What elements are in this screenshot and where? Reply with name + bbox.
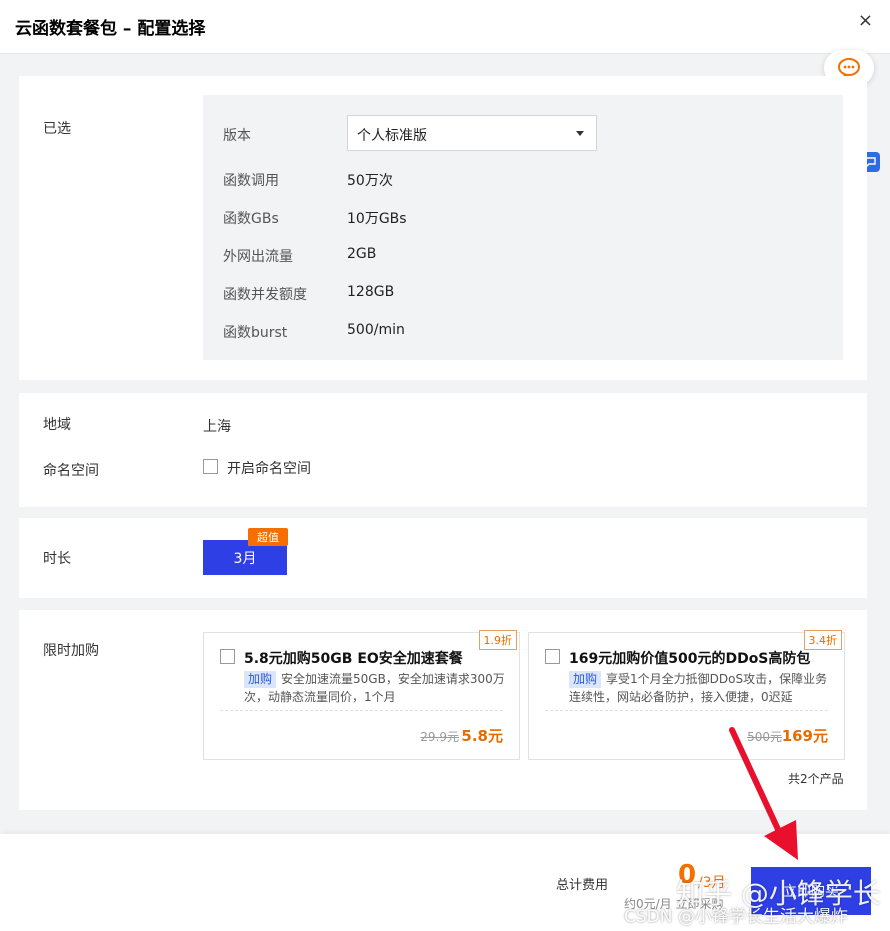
total-label: 总计费用 — [556, 878, 609, 893]
selected-label: 已选 — [43, 121, 71, 137]
addon-panel: 限时加购 1.9折 5.8元加购50GB EO安全加速套餐 加购 安全加速流量50… — [19, 610, 867, 810]
discount-badge: 1.9折 — [478, 630, 517, 650]
addon-name: 169元加购价值500元的DDoS高防包 — [569, 651, 811, 667]
addon-label: 限时加购 — [43, 643, 99, 659]
sale-price: 169元 — [781, 727, 828, 745]
spec-label: 函数GBs — [223, 211, 279, 227]
namespace-checkbox-label[interactable]: 开启命名空间 — [227, 458, 311, 478]
spec-label: 函数调用 — [223, 173, 279, 189]
addon-card[interactable]: 3.4折 169元加购价值500元的DDoS高防包 加购 享受1个月全力抵御DDo… — [528, 630, 845, 760]
original-price: 500元 — [747, 730, 782, 744]
region-value: 上海 — [203, 419, 231, 435]
addon-card[interactable]: 1.9折 5.8元加购50GB EO安全加速套餐 加购 安全加速流量50GB，安全… — [203, 630, 520, 760]
version-select[interactable]: 个人标准版 — [347, 115, 597, 151]
addon-desc-text: 安全加速流量50GB，安全加速请求300万次，动静态流量同价，1个月 — [244, 672, 505, 704]
spec-value: 500/min — [347, 322, 405, 338]
spec-label: 外网出流量 — [223, 249, 293, 265]
version-select-value: 个人标准版 — [357, 128, 427, 144]
close-icon[interactable]: × — [858, 10, 873, 31]
addon-desc-text: 享受1个月全力抵御DDoS攻击，保障业务连续性，网站必备防护，接入便捷，0迟延 — [569, 672, 828, 704]
dialog-header: 云函数套餐包 – 配置选择 × — [0, 0, 890, 54]
spec-label: 函数并发额度 — [223, 287, 307, 303]
spec-value: 10万GBs — [347, 211, 407, 227]
namespace-checkbox[interactable] — [203, 459, 218, 474]
addon-name: 5.8元加购50GB EO安全加速套餐 — [244, 651, 463, 667]
chevron-down-icon — [576, 131, 584, 136]
addon-tag: 加购 — [244, 671, 277, 688]
addon-desc: 加购 享受1个月全力抵御DDoS攻击，保障业务连续性，网站必备防护，接入便捷，0迟… — [569, 670, 831, 706]
addon-tag: 加购 — [569, 671, 602, 688]
addon-count: 共2个产品 — [788, 772, 844, 786]
watermark-csdn: CSDN @小锋学长生活大爆炸 — [624, 907, 848, 927]
namespace-label: 命名空间 — [43, 463, 99, 479]
addon-checkbox[interactable] — [220, 649, 235, 664]
duration-label: 时长 — [43, 551, 71, 567]
addon-desc: 加购 安全加速流量50GB，安全加速请求300万次，动静态流量同价，1个月 — [244, 670, 506, 706]
spec-value: 50万次 — [347, 173, 393, 189]
divider — [220, 710, 503, 711]
addon-checkbox[interactable] — [545, 649, 560, 664]
spec-value: 2GB — [347, 246, 377, 262]
divider — [545, 710, 828, 711]
region-panel: 地域 上海 命名空间 开启命名空间 — [19, 393, 867, 507]
version-label: 版本 — [223, 128, 251, 144]
selected-config-box: 版本 个人标准版 函数调用 50万次 函数GBs 10万GBs 外网出流量 2G… — [203, 95, 843, 360]
region-label: 地域 — [43, 417, 71, 433]
sale-price: 5.8元 — [461, 727, 503, 745]
spec-value: 128GB — [347, 284, 395, 300]
duration-panel: 时长 3月 超值 — [19, 518, 867, 598]
original-price: 29.9元 — [420, 730, 459, 744]
value-badge: 超值 — [248, 528, 288, 546]
dialog-title: 云函数套餐包 – 配置选择 — [15, 19, 206, 39]
spec-label: 函数burst — [223, 325, 288, 341]
discount-badge: 3.4折 — [803, 630, 842, 650]
